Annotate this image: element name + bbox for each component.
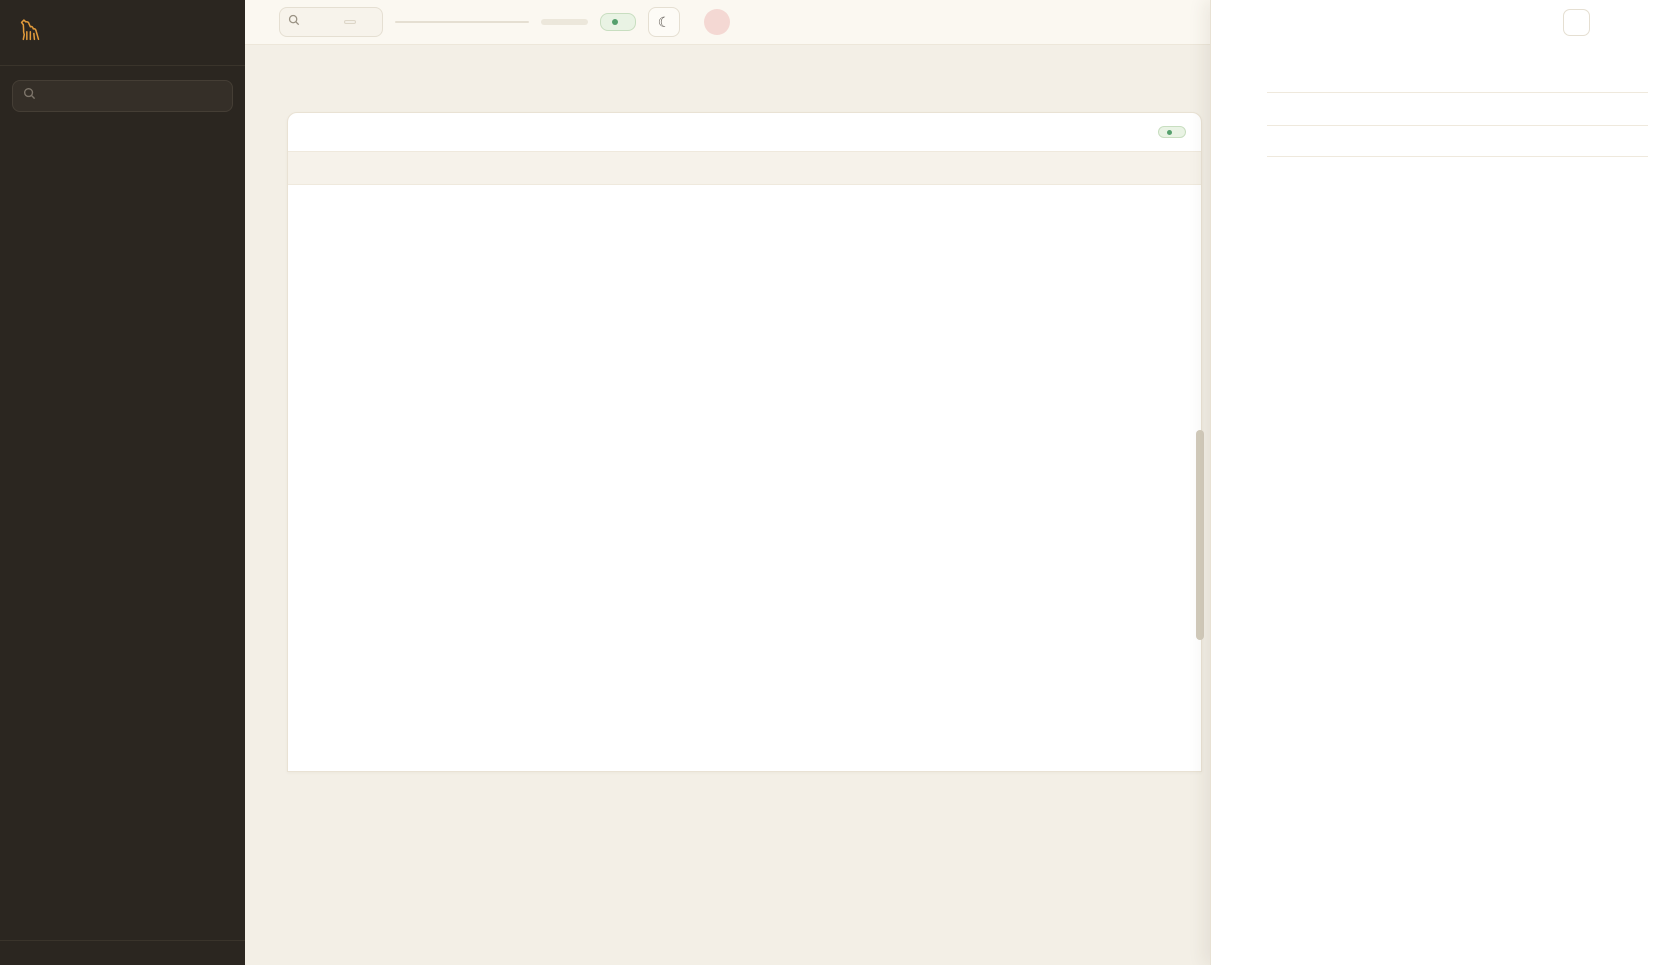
main-scrollbar[interactable] [1196, 430, 1204, 640]
recent-exchanges-card [287, 112, 1202, 772]
live-badge[interactable] [600, 13, 636, 31]
sidebar-footer [0, 940, 245, 965]
table-header-row [288, 151, 1201, 185]
navigation-label [0, 112, 245, 142]
camel-logo-icon [14, 16, 42, 49]
app-logo [0, 0, 245, 63]
time-range-group [541, 19, 588, 25]
search-kbd-hint [344, 20, 356, 24]
table-live-badge [1158, 126, 1186, 138]
sidebar-filter[interactable] [12, 80, 233, 112]
filter-input[interactable] [44, 89, 222, 103]
main-area: ☾ [245, 0, 1210, 965]
live-dot-icon [1167, 130, 1172, 135]
search-icon [288, 13, 300, 31]
status-filter-group [395, 21, 529, 23]
search-input[interactable] [305, 15, 339, 29]
dashboard-content [245, 45, 1210, 965]
moon-icon: ☾ [658, 14, 671, 31]
close-icon[interactable] [1563, 9, 1590, 36]
global-search[interactable] [279, 7, 383, 37]
dark-mode-toggle[interactable]: ☾ [648, 7, 680, 37]
sidebar [0, 0, 245, 965]
search-icon [23, 87, 36, 105]
live-dot-icon [612, 19, 618, 25]
topbar: ☾ [245, 0, 1210, 45]
detail-panel-header [1211, 0, 1668, 45]
avatar[interactable] [704, 9, 730, 35]
sidebar-divider [0, 65, 245, 66]
detail-panel [1210, 0, 1668, 965]
